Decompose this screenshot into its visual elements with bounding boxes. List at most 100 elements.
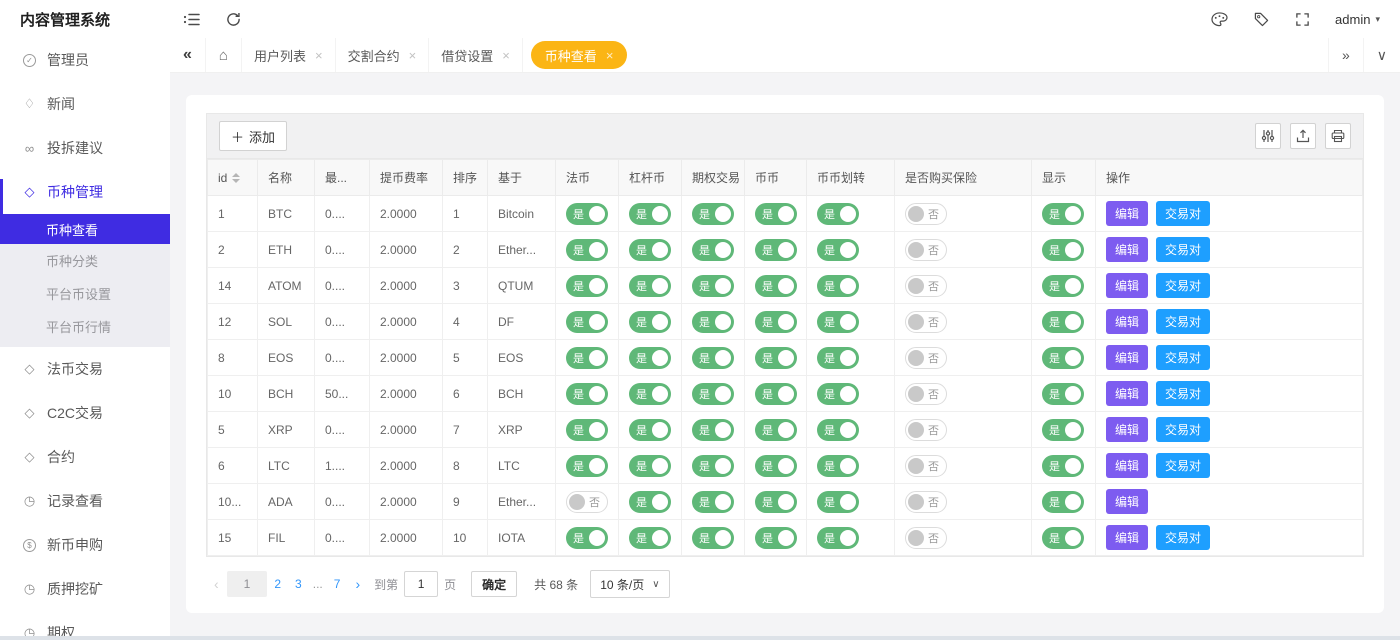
user-menu[interactable]: admin ▾	[1323, 12, 1380, 27]
toggle-transfer[interactable]: 是	[817, 383, 859, 405]
sidebar-subitem-platform-coin-market[interactable]: 平台币行情	[0, 310, 170, 343]
toggle-lever[interactable]: 是	[629, 275, 671, 297]
edit-button[interactable]: 编辑	[1106, 237, 1148, 262]
toggle-show[interactable]: 是	[1042, 239, 1084, 261]
toggle-transfer[interactable]: 是	[817, 239, 859, 261]
export-icon[interactable]	[1290, 123, 1316, 149]
pair-button[interactable]: 交易对	[1156, 273, 1210, 298]
pagination-next-icon[interactable]: ›	[347, 576, 368, 592]
toggle-coin[interactable]: 是	[755, 347, 797, 369]
toggle-coin[interactable]: 是	[755, 239, 797, 261]
tab-user-list[interactable]: 用户列表×	[242, 38, 336, 72]
tabs-expand-icon[interactable]: »	[1328, 38, 1363, 72]
tab-delivery-contract[interactable]: 交割合约×	[336, 38, 430, 72]
toggle-option[interactable]: 是	[692, 239, 734, 261]
toggle-fiat[interactable]: 是	[566, 419, 608, 441]
toggle-transfer[interactable]: 是	[817, 491, 859, 513]
sort-icon[interactable]	[232, 173, 240, 183]
toggle-insurance[interactable]: 否	[905, 491, 947, 513]
tabs-menu-icon[interactable]: ∨	[1363, 38, 1400, 72]
pagination-page-2[interactable]: 2	[267, 577, 288, 591]
edit-button[interactable]: 编辑	[1106, 309, 1148, 334]
pair-button[interactable]: 交易对	[1156, 237, 1210, 262]
sidebar-item-suggestions[interactable]: ∞投拆建议	[0, 126, 170, 170]
pair-button[interactable]: 交易对	[1156, 453, 1210, 478]
sidebar-item-new-coin-subscribe[interactable]: $新币申购	[0, 523, 170, 567]
toggle-option[interactable]: 是	[692, 203, 734, 225]
toggle-insurance[interactable]: 否	[905, 383, 947, 405]
sidebar-item-staking-mining[interactable]: ◷质押挖矿	[0, 567, 170, 611]
confirm-button[interactable]: 确定	[471, 571, 517, 597]
edit-button[interactable]: 编辑	[1106, 489, 1148, 514]
toggle-transfer[interactable]: 是	[817, 455, 859, 477]
goto-page-input[interactable]	[404, 571, 438, 597]
toggle-show[interactable]: 是	[1042, 491, 1084, 513]
toggle-coin[interactable]: 是	[755, 491, 797, 513]
menu-fold-icon[interactable]	[170, 0, 213, 38]
toggle-transfer[interactable]: 是	[817, 311, 859, 333]
toggle-fiat[interactable]: 是	[566, 527, 608, 549]
theme-palette-icon[interactable]	[1198, 12, 1241, 27]
toggle-coin[interactable]: 是	[755, 419, 797, 441]
pagination-page-1[interactable]: 1	[227, 571, 268, 597]
pagination-prev-icon[interactable]: ‹	[206, 576, 227, 592]
toggle-show[interactable]: 是	[1042, 419, 1084, 441]
pair-button[interactable]: 交易对	[1156, 201, 1210, 226]
toggle-option[interactable]: 是	[692, 527, 734, 549]
toggle-option[interactable]: 是	[692, 347, 734, 369]
home-tab-icon[interactable]: ⌂	[206, 38, 242, 72]
tab-loan-settings[interactable]: 借贷设置×	[429, 38, 523, 72]
pagination-page-7[interactable]: 7	[327, 577, 348, 591]
toggle-insurance[interactable]: 否	[905, 239, 947, 261]
toggle-fiat[interactable]: 否	[566, 491, 608, 513]
toggle-show[interactable]: 是	[1042, 347, 1084, 369]
pair-button[interactable]: 交易对	[1156, 381, 1210, 406]
toggle-coin[interactable]: 是	[755, 275, 797, 297]
filter-columns-icon[interactable]	[1255, 123, 1281, 149]
edit-button[interactable]: 编辑	[1106, 273, 1148, 298]
close-icon[interactable]: ×	[409, 48, 417, 63]
toggle-fiat[interactable]: 是	[566, 347, 608, 369]
sidebar-item-admin[interactable]: ✓管理员	[0, 38, 170, 82]
sidebar-subitem-coin-category[interactable]: 币种分类	[0, 244, 170, 277]
toggle-coin[interactable]: 是	[755, 383, 797, 405]
edit-button[interactable]: 编辑	[1106, 417, 1148, 442]
toggle-transfer[interactable]: 是	[817, 203, 859, 225]
toggle-show[interactable]: 是	[1042, 203, 1084, 225]
sidebar-item-records[interactable]: ◷记录查看	[0, 479, 170, 523]
pagination-page-3[interactable]: 3	[288, 577, 309, 591]
edit-button[interactable]: 编辑	[1106, 525, 1148, 550]
toggle-fiat[interactable]: 是	[566, 203, 608, 225]
sidebar-item-c2c-trade[interactable]: ◇C2C交易	[0, 391, 170, 435]
toggle-lever[interactable]: 是	[629, 239, 671, 261]
toggle-lever[interactable]: 是	[629, 383, 671, 405]
pair-button[interactable]: 交易对	[1156, 309, 1210, 334]
tags-icon[interactable]	[1241, 12, 1282, 27]
toggle-fiat[interactable]: 是	[566, 383, 608, 405]
edit-button[interactable]: 编辑	[1106, 201, 1148, 226]
pair-button[interactable]: 交易对	[1156, 345, 1210, 370]
toggle-coin[interactable]: 是	[755, 203, 797, 225]
toggle-insurance[interactable]: 否	[905, 347, 947, 369]
add-button[interactable]: ＋ 添加	[219, 121, 287, 151]
toggle-show[interactable]: 是	[1042, 527, 1084, 549]
toggle-transfer[interactable]: 是	[817, 275, 859, 297]
refresh-icon[interactable]	[213, 0, 254, 38]
toggle-insurance[interactable]: 否	[905, 419, 947, 441]
toggle-option[interactable]: 是	[692, 383, 734, 405]
edit-button[interactable]: 编辑	[1106, 381, 1148, 406]
toggle-transfer[interactable]: 是	[817, 347, 859, 369]
tab-coin-view[interactable]: 币种查看×	[531, 41, 628, 69]
toggle-option[interactable]: 是	[692, 419, 734, 441]
toggle-lever[interactable]: 是	[629, 203, 671, 225]
toggle-option[interactable]: 是	[692, 311, 734, 333]
pair-button[interactable]: 交易对	[1156, 525, 1210, 550]
toggle-show[interactable]: 是	[1042, 275, 1084, 297]
sidebar-subitem-coin-view[interactable]: 币种查看	[0, 214, 170, 244]
horizontal-scrollbar[interactable]	[0, 636, 1400, 640]
col-header-id[interactable]: id	[208, 160, 258, 196]
close-icon[interactable]: ×	[502, 48, 510, 63]
sidebar-item-contract[interactable]: ◇合约	[0, 435, 170, 479]
toggle-lever[interactable]: 是	[629, 491, 671, 513]
toggle-transfer[interactable]: 是	[817, 527, 859, 549]
